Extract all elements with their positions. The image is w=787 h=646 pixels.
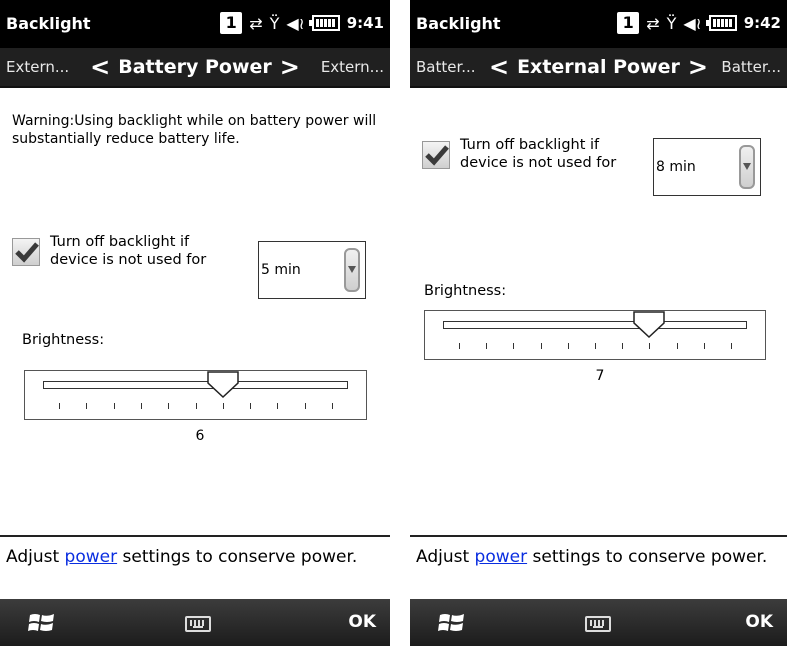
softkey-bar: OK [410,599,787,646]
status-icons[interactable]: 1 ⇄ Ÿ ◀≀ 9:41 [220,10,384,36]
battery-icon [308,15,340,31]
timeout-dropdown[interactable]: 8 min [653,138,761,196]
checkmark-icon [15,242,39,263]
slider-tick [649,343,651,349]
slider-tick [304,403,306,409]
slider-tick [540,343,542,349]
slider-tick [332,403,333,409]
app-title: Backlight [6,14,91,33]
slider-tick [459,343,460,349]
screen-battery-power: Backlight 1 ⇄ Ÿ ◀≀ 9:41 Extern... < Batte… [0,0,390,646]
clock: 9:42 [743,14,781,32]
settings-panel: Turn off backlight if device is not used… [410,86,787,537]
chevron-left-icon[interactable]: < [489,53,509,81]
status-bar: Backlight 1 ⇄ Ÿ ◀≀ 9:41 [0,0,390,48]
keyboard-icon[interactable] [585,616,611,632]
backlight-timeout-row: Turn off backlight if device is not used… [12,233,232,273]
timeout-dropdown[interactable]: 5 min [258,241,366,299]
clock: 9:41 [346,14,384,32]
screen-external-power: Backlight 1 ⇄ Ÿ ◀≀ 9:42 Batter... < Exter… [410,0,787,646]
tab-bar: Extern... < Battery Power > Extern... [0,48,390,86]
tab-next[interactable]: Batter... [721,58,781,76]
hint-text: Adjust power settings to conserve power. [416,545,781,569]
slider-thumb[interactable] [207,371,239,399]
chevron-left-icon[interactable]: < [90,53,110,81]
notification-badge[interactable]: 1 [617,12,640,34]
hint-prefix: Adjust [6,547,65,567]
tab-current-label: Battery Power [118,56,272,78]
slider-tick [622,343,624,349]
slider-tick [168,403,170,409]
slider-thumb[interactable] [633,311,666,339]
dropdown-arrow-icon[interactable] [344,248,360,292]
notification-badge[interactable]: 1 [220,12,243,34]
ok-button[interactable]: OK [745,612,773,632]
backlight-off-checkbox[interactable] [422,141,450,169]
windows-start-icon[interactable] [28,611,56,635]
status-icons[interactable]: 1 ⇄ Ÿ ◀≀ 9:42 [617,10,781,36]
hint-suffix: settings to conserve power. [527,547,768,567]
settings-panel: Warning:Using backlight while on battery… [0,86,390,537]
keyboard-icon[interactable] [185,616,211,632]
slider-tick [595,343,596,349]
data-sync-icon: ⇄ [249,13,263,33]
timeout-value: 5 min [261,262,301,278]
brightness-slider[interactable] [24,370,367,420]
brightness-slider[interactable] [424,310,766,360]
slider-tick [486,343,488,349]
brightness-label: Brightness: [22,332,105,348]
tab-bar: Batter... < External Power > Batter... [410,48,787,86]
battery-warning: Warning:Using backlight while on battery… [12,113,377,147]
slider-tick [140,403,142,409]
tab-next[interactable]: Extern... [321,58,384,76]
chevron-right-icon[interactable]: > [280,53,300,81]
timeout-value: 8 min [656,159,696,175]
slider-tick [567,343,569,349]
power-settings-link[interactable]: power [65,547,118,567]
no-signal-icon: Ÿ [269,13,280,33]
hint-bar: Adjust power settings to conserve power. [0,535,390,601]
backlight-off-checkbox[interactable] [12,238,40,266]
slider-tick [731,343,732,349]
slider-tick [86,403,88,409]
battery-icon [705,15,737,31]
backlight-off-label: Turn off backlight if device is not used… [460,137,617,171]
dropdown-arrow-icon[interactable] [739,145,755,189]
app-title: Backlight [416,14,501,33]
speaker-icon: ◀≀ [683,13,702,33]
hint-prefix: Adjust [416,547,475,567]
chevron-right-icon[interactable]: > [688,53,708,81]
slider-tick [250,403,252,409]
speaker-icon: ◀≀ [286,13,305,33]
softkey-bar: OK [0,599,390,646]
no-signal-icon: Ÿ [666,13,677,33]
slider-track [43,381,348,389]
power-settings-link[interactable]: power [475,547,528,567]
brightness-value: 7 [595,368,605,384]
ok-button[interactable]: OK [348,612,376,632]
slider-track [443,321,747,329]
slider-tick [513,343,515,349]
slider-tick [703,343,705,349]
slider-tick [59,403,60,409]
slider-tick [113,403,115,409]
slider-tick [277,403,279,409]
hint-suffix: settings to conserve power. [117,547,358,567]
slider-tick [195,403,197,409]
status-bar: Backlight 1 ⇄ Ÿ ◀≀ 9:42 [410,0,787,48]
backlight-off-label: Turn off backlight if device is not used… [50,234,207,268]
windows-start-icon[interactable] [438,611,466,635]
backlight-timeout-row: Turn off backlight if device is not used… [422,136,642,176]
hint-text: Adjust power settings to conserve power. [6,545,384,569]
checkmark-icon [425,145,449,166]
tab-current-label: External Power [517,56,680,78]
hint-bar: Adjust power settings to conserve power. [410,535,787,601]
data-sync-icon: ⇄ [646,13,660,33]
slider-tick [222,403,224,409]
slider-tick [676,343,678,349]
brightness-label: Brightness: [424,283,507,299]
brightness-value: 6 [195,428,205,444]
